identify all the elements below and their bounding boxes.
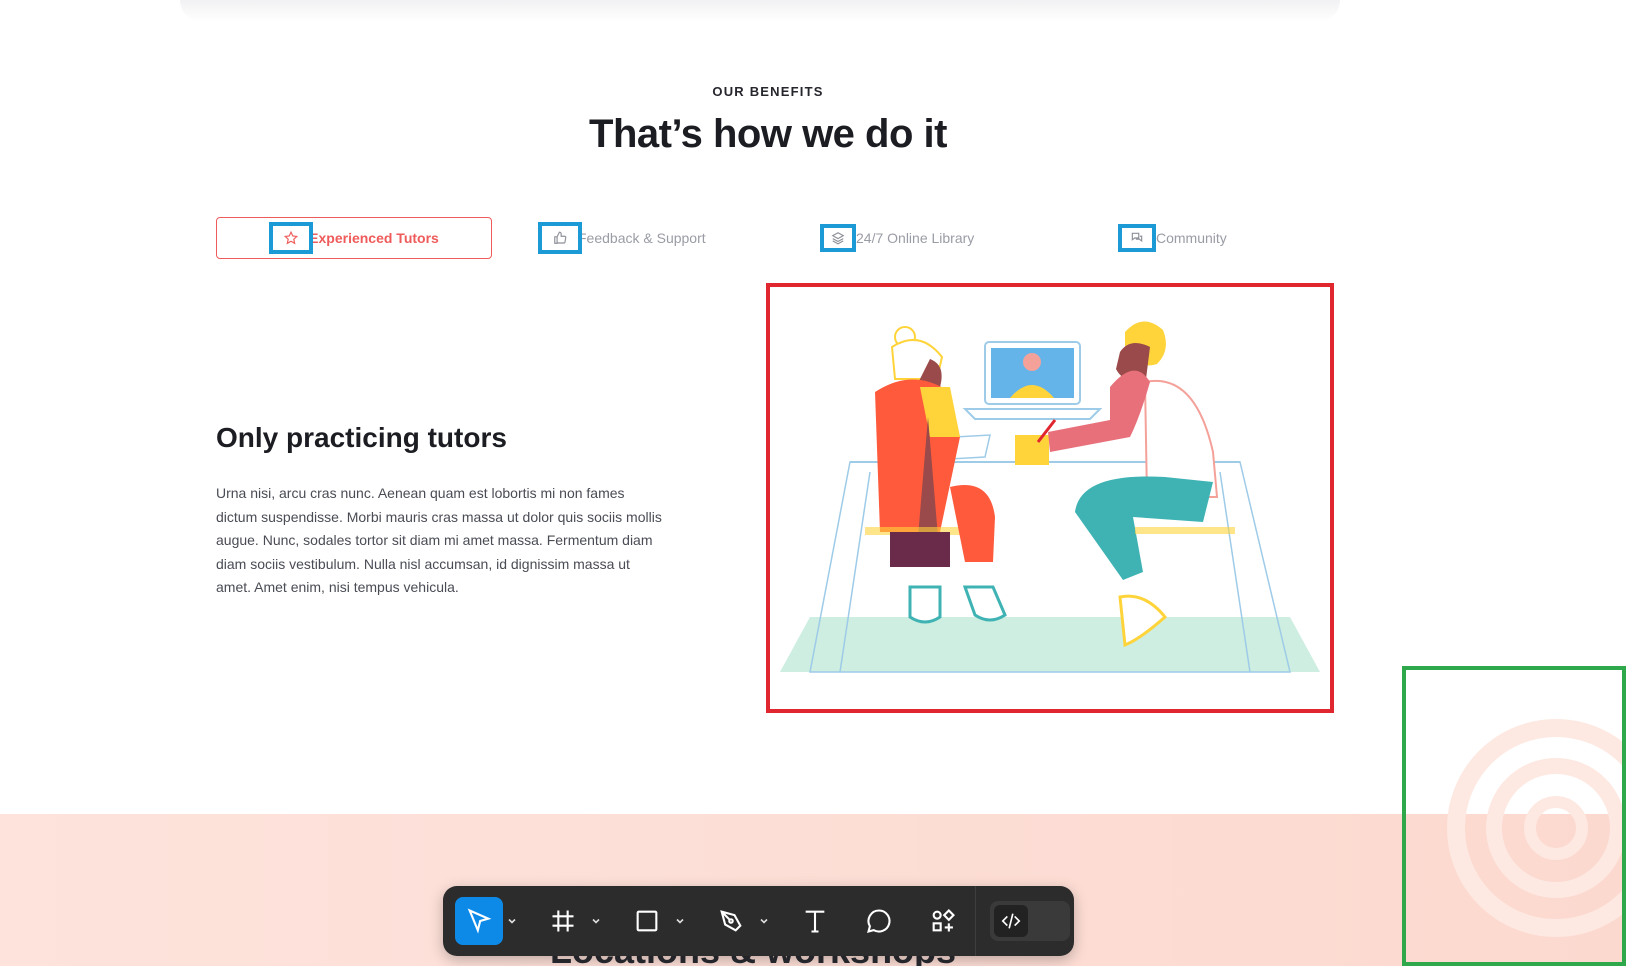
chevron-down-icon: [508, 918, 516, 924]
frame-tool-button[interactable]: [539, 897, 587, 945]
rectangle-icon: [636, 910, 658, 932]
dev-mode-toggle[interactable]: [990, 901, 1070, 941]
toolbar-divider: [975, 886, 976, 956]
pen-tool-button[interactable]: [707, 897, 755, 945]
tutors-at-desk-illustration: [780, 321, 1320, 673]
chevron-down-icon: [676, 918, 684, 924]
chat-bubbles-icon: [1118, 224, 1156, 252]
shape-tool-dropdown[interactable]: [671, 897, 689, 945]
text-tool-button[interactable]: [791, 897, 839, 945]
tab-label: Feedback & Support: [578, 230, 706, 246]
move-tool-dropdown[interactable]: [503, 897, 521, 945]
chevron-down-icon: [592, 918, 600, 924]
tab-label: 24/7 Online Library: [856, 230, 975, 246]
header-shadow: [180, 0, 1340, 22]
components-tool-button[interactable]: [919, 897, 967, 945]
pen-tool-dropdown[interactable]: [755, 897, 773, 945]
section-headline: That’s how we do it: [589, 112, 947, 156]
code-brackets-icon: [1001, 913, 1021, 929]
components-grid-icon: [932, 909, 955, 932]
tab-feedback-support[interactable]: Feedback & Support: [538, 217, 706, 259]
tab-online-library[interactable]: 24/7 Online Library: [820, 217, 974, 259]
pen-nib-icon: [720, 910, 742, 932]
shape-tool-button[interactable]: [623, 897, 671, 945]
concentric-circles-decoration: [1447, 719, 1622, 937]
dev-mode-knob: [994, 905, 1028, 937]
chevron-down-icon: [760, 918, 768, 924]
tab-label: Community: [1156, 230, 1227, 246]
benefit-description: Urna nisi, arcu cras nunc. Aenean quam e…: [216, 485, 662, 595]
star-icon: [269, 222, 314, 254]
benefit-title: Only practicing tutors: [216, 422, 507, 453]
frame-tool-dropdown[interactable]: [587, 897, 605, 945]
layers-icon: [820, 224, 856, 252]
design-toolbar: [443, 886, 1074, 956]
cursor-arrow-icon: [467, 908, 492, 934]
section-eyebrow: OUR BENEFITS: [712, 84, 824, 99]
thumbs-up-icon: [538, 222, 582, 254]
tutoring-illustration: [766, 283, 1334, 713]
comment-tool-button[interactable]: [855, 897, 903, 945]
benefit-tabs: Experienced Tutors Feedback & Support 24…: [216, 217, 1336, 259]
decorative-circles-region: [1402, 666, 1626, 966]
frame-hash-icon: [552, 910, 574, 932]
tab-community[interactable]: Community: [1118, 217, 1227, 259]
tab-label: Experienced Tutors: [309, 230, 439, 246]
comment-bubble-icon: [867, 909, 891, 933]
tab-experienced-tutors[interactable]: Experienced Tutors: [216, 217, 492, 259]
text-t-icon: [805, 910, 825, 933]
move-tool-button[interactable]: [455, 897, 503, 945]
